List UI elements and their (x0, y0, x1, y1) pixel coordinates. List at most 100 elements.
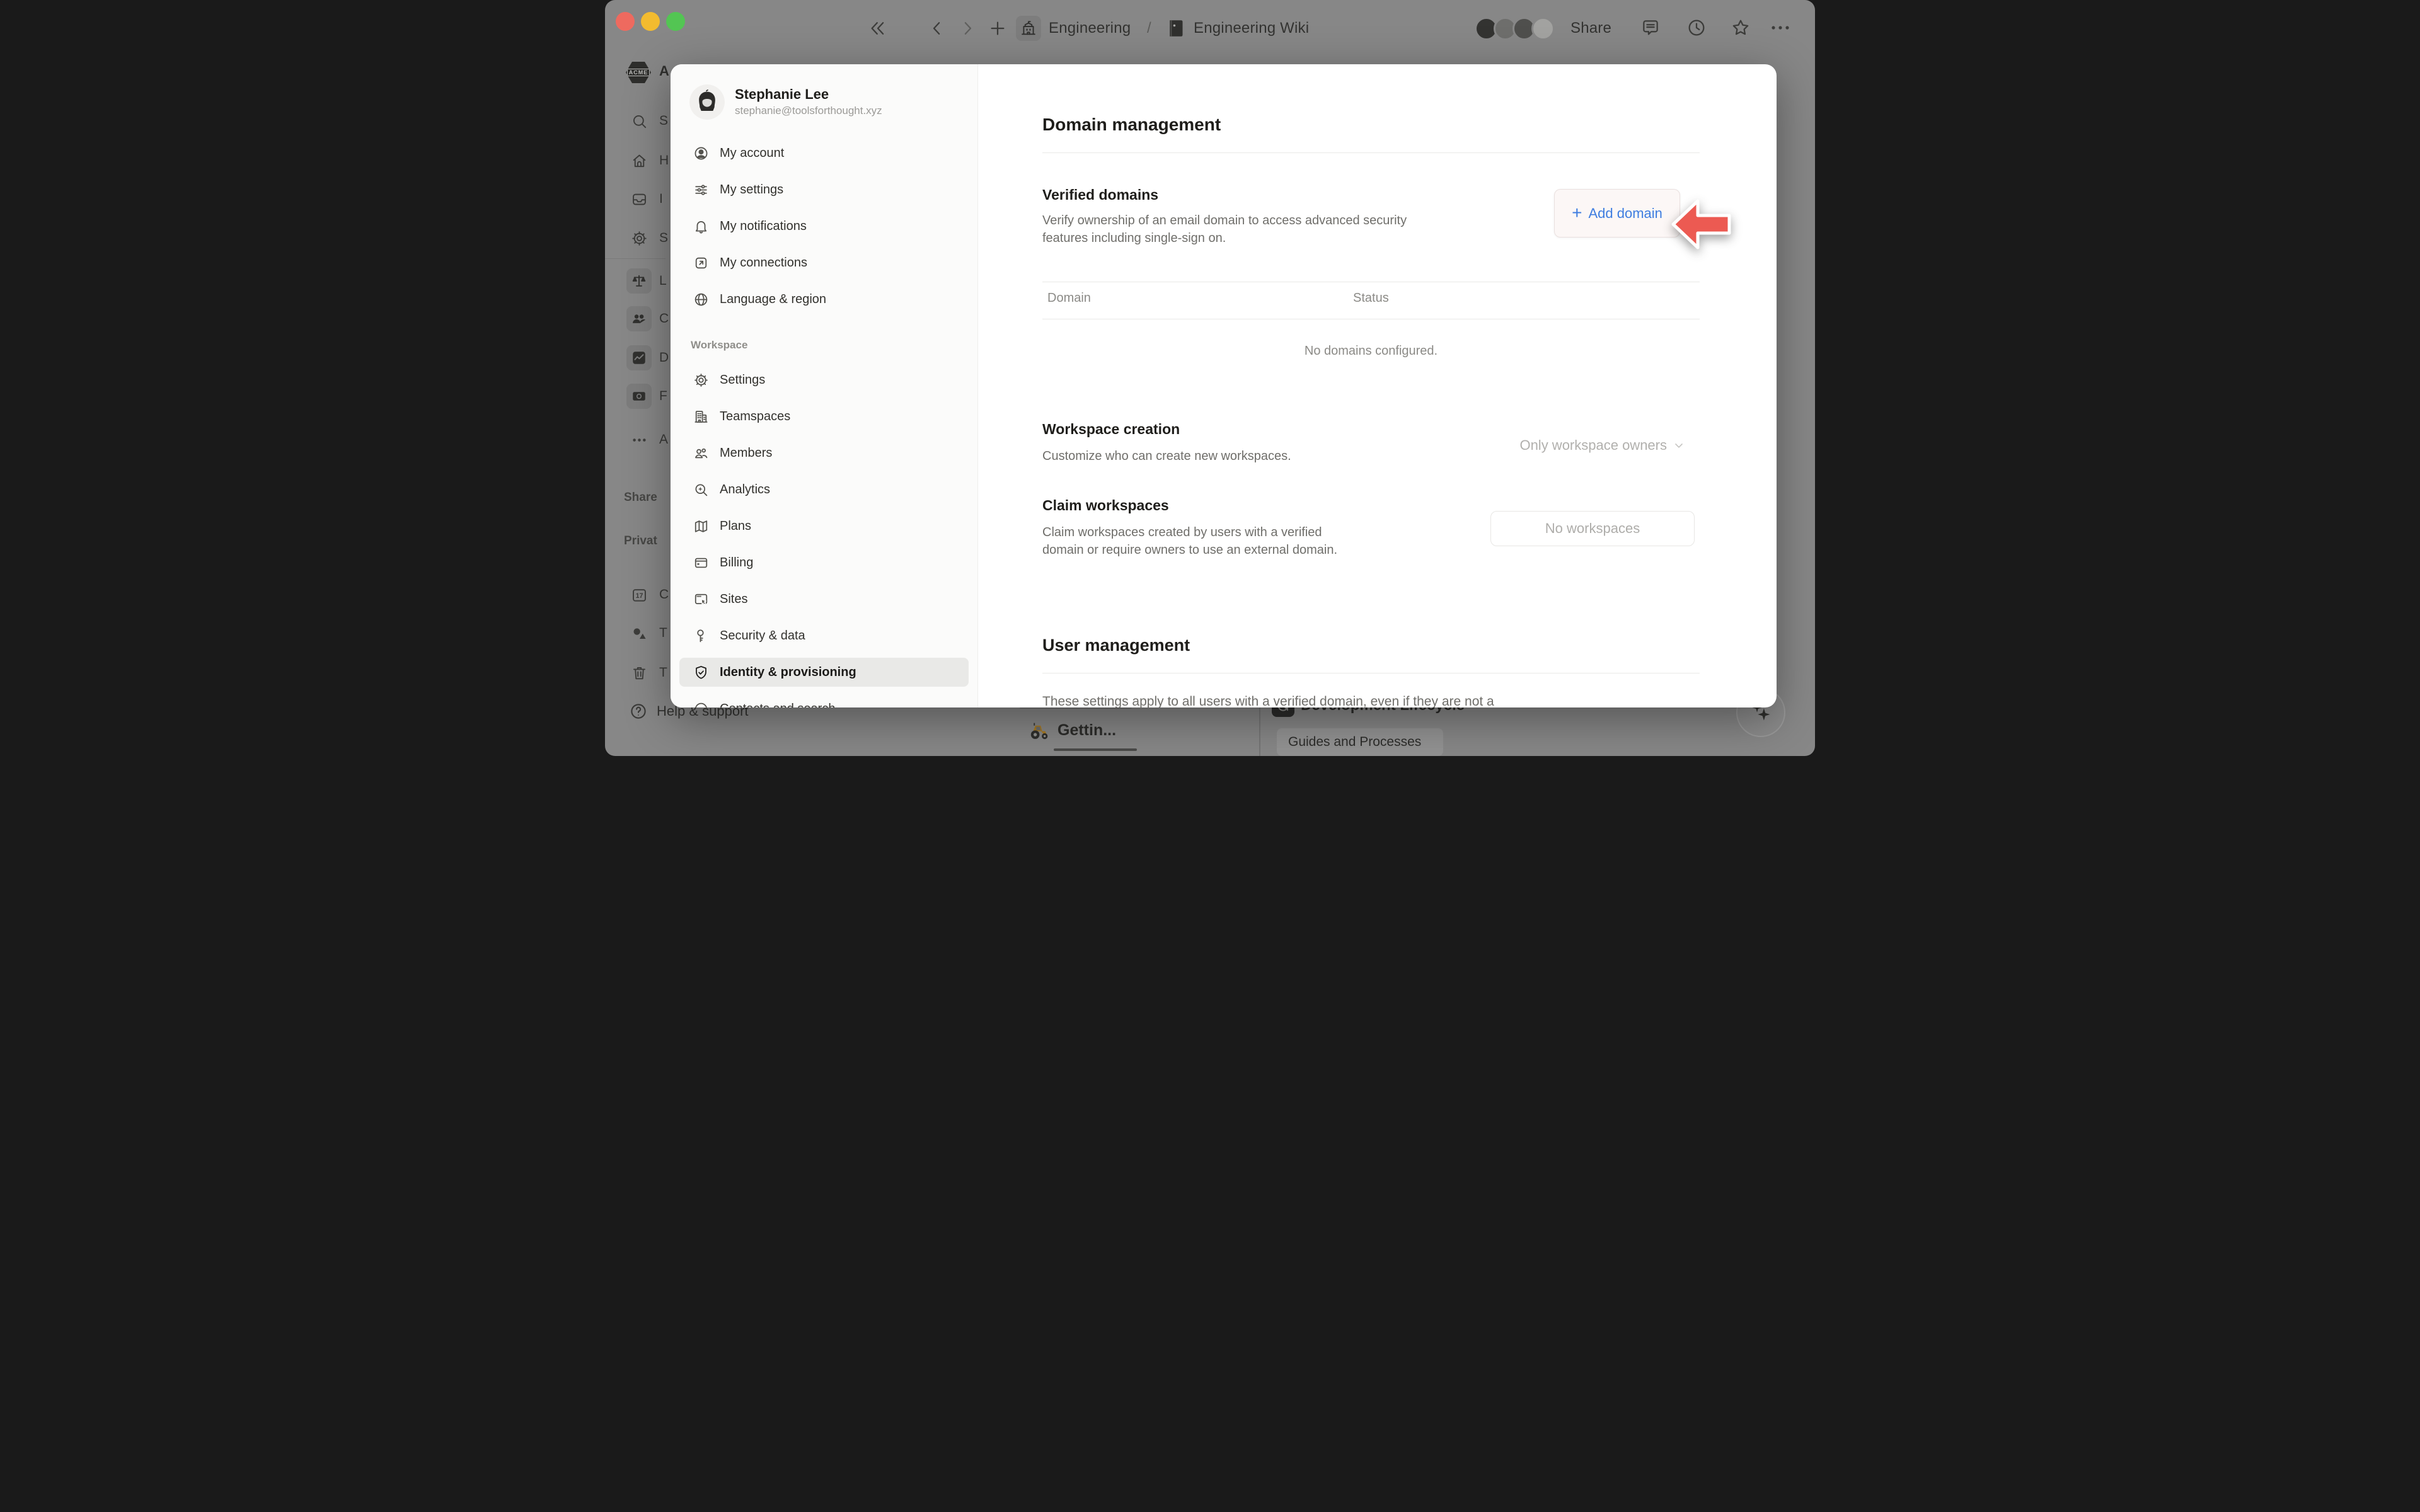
annotation-arrow (1671, 197, 1732, 252)
bg-sidebar-label-partial: I (659, 192, 663, 207)
bg-sidebar-label-partial: L (659, 273, 667, 289)
sidebar-item-my-settings[interactable]: My settings (679, 175, 969, 204)
sidebar-item-settings[interactable]: Settings (679, 365, 969, 394)
user-management-description-clipped: These settings apply to all users with a… (1042, 694, 1685, 707)
sidebar-divider (605, 258, 666, 259)
teamspace-icon-tile[interactable] (1016, 16, 1041, 41)
gear-icon (631, 230, 648, 247)
user-management-heading: User management (1042, 636, 1190, 655)
sidebar-item-language-region[interactable]: Language & region (679, 285, 969, 314)
sidebar-item-label: Teamspaces (720, 410, 790, 424)
sliders-icon (693, 182, 709, 198)
sidebar-item-teamspaces[interactable]: Teamspaces (679, 402, 969, 431)
updates-clock-icon[interactable] (1686, 18, 1707, 38)
bg-sidebar-label-partial: T (659, 626, 667, 641)
sidebar-collapse-icon[interactable] (868, 19, 887, 38)
page-title: Domain management (1042, 115, 1221, 135)
table-header-domain: Domain (1047, 291, 1091, 306)
traffic-light-minimize[interactable] (641, 12, 660, 31)
divider (1042, 152, 1700, 153)
workspace-creation-dropdown[interactable]: Only workspace owners (1519, 437, 1685, 454)
bg-sidebar-label-partial: D (659, 350, 669, 365)
teamspace-badge[interactable]: Guides and Processes (1277, 728, 1443, 756)
sidebar-item-sites[interactable]: Sites (679, 585, 969, 614)
bg-sidebar-label-partial: C (659, 311, 669, 326)
sidebar-item-label: My connections (720, 256, 807, 270)
building-icon (1020, 20, 1037, 37)
shield-check-icon (693, 665, 709, 680)
money-icon (631, 388, 647, 404)
sidebar-item-label: My notifications (720, 219, 807, 234)
workspace-name-partial: A (659, 63, 669, 79)
sidebar-item-plans[interactable]: Plans (679, 512, 969, 541)
breadcrumb-page[interactable]: Engineering Wiki (1194, 20, 1309, 37)
building-icon (693, 409, 709, 425)
new-tab-icon[interactable] (988, 19, 1007, 38)
user-avatar (689, 84, 725, 120)
back-icon[interactable] (928, 19, 947, 38)
breadcrumb-teamspace[interactable]: Engineering (1049, 20, 1131, 37)
sidebar-item-my-notifications[interactable]: My notifications (679, 212, 969, 241)
sidebar-item-my-connections[interactable]: My connections (679, 248, 969, 277)
add-domain-button[interactable]: + Add domain (1554, 189, 1680, 238)
share-button[interactable]: Share (1570, 20, 1611, 37)
svg-text:17: 17 (636, 592, 643, 600)
tractor-icon (1027, 718, 1051, 742)
bg-sidebar-label-partial: S (659, 231, 668, 246)
workspace-creation-description: Customize who can create new workspaces. (1042, 447, 1484, 465)
chart-icon (631, 350, 647, 366)
table-empty-state: No domains configured. (1042, 344, 1700, 358)
sidebar-item-label: Security & data (720, 629, 805, 643)
sidebar-item-my-account[interactable]: My account (679, 139, 969, 168)
trash-icon (631, 665, 648, 682)
plus-icon: + (1572, 204, 1582, 222)
arrow-up-right-icon (693, 255, 709, 271)
workspace-logo[interactable]: ACME (626, 62, 651, 83)
comments-icon[interactable] (1640, 18, 1661, 38)
home-icon (631, 152, 648, 169)
favorite-star-icon[interactable] (1731, 18, 1751, 38)
avatar[interactable] (1531, 17, 1555, 40)
key-icon (693, 628, 709, 644)
sidebar-item-billing[interactable]: Billing (679, 548, 969, 577)
workspace-section-label: Workspace (691, 339, 747, 352)
sidebar-item-label: My settings (720, 183, 783, 197)
bg-sidebar-label-partial: H (659, 153, 669, 168)
verified-domains-description: Verify ownership of an email domain to a… (1042, 212, 1436, 247)
sidebar-item-members[interactable]: Members (679, 438, 969, 467)
sidebar-item-security-data[interactable]: Security & data (679, 621, 969, 650)
forward-icon[interactable] (958, 19, 977, 38)
sidebar-item-identity-provisioning[interactable]: Identity & provisioning (679, 658, 969, 687)
sidebar-item-label: Sites (720, 592, 747, 607)
gear-icon (693, 372, 709, 388)
user-email: stephanie@toolsforthought.xyz (735, 103, 882, 118)
sidebar-item-contacts-and-search[interactable]: Contacts and search (679, 694, 969, 707)
traffic-light-zoom[interactable] (666, 12, 685, 31)
sidebar-item-label: Contacts and search (720, 702, 835, 708)
getting-started-tab[interactable]: Gettin... (1027, 718, 1116, 742)
app-window: Engineering / Engineering Wiki Share ACM… (605, 0, 1815, 756)
sidebar-item-label: Settings (720, 373, 765, 387)
bg-sidebar-label-partial: C (659, 587, 669, 602)
breadcrumb-separator: / (1147, 20, 1151, 37)
user-name: Stephanie Lee (735, 86, 882, 103)
search-icon (631, 113, 648, 130)
sidebar-item-label: Billing (720, 556, 753, 570)
sidebar-item-label: Language & region (720, 292, 826, 307)
scales-icon (631, 273, 647, 289)
no-workspaces-button[interactable]: No workspaces (1490, 511, 1695, 546)
claim-workspaces-heading: Claim workspaces (1042, 497, 1169, 514)
sidebar-item-label: Plans (720, 519, 751, 534)
calendar-icon: 17 (631, 587, 648, 604)
panel-divider (1259, 701, 1260, 756)
analytics-icon (693, 482, 709, 498)
more-options-icon[interactable] (1770, 23, 1791, 33)
members-icon (693, 445, 709, 461)
claim-workspaces-description: Claim workspaces created by users with a… (1042, 524, 1364, 559)
bg-sidebar-label-partial: F (659, 389, 667, 404)
traffic-light-close[interactable] (616, 12, 635, 31)
sidebar-item-analytics[interactable]: Analytics (679, 475, 969, 504)
bg-sidebar-label-partial: A (659, 432, 668, 447)
verified-domains-heading: Verified domains (1042, 186, 1158, 203)
card-icon (693, 555, 709, 571)
